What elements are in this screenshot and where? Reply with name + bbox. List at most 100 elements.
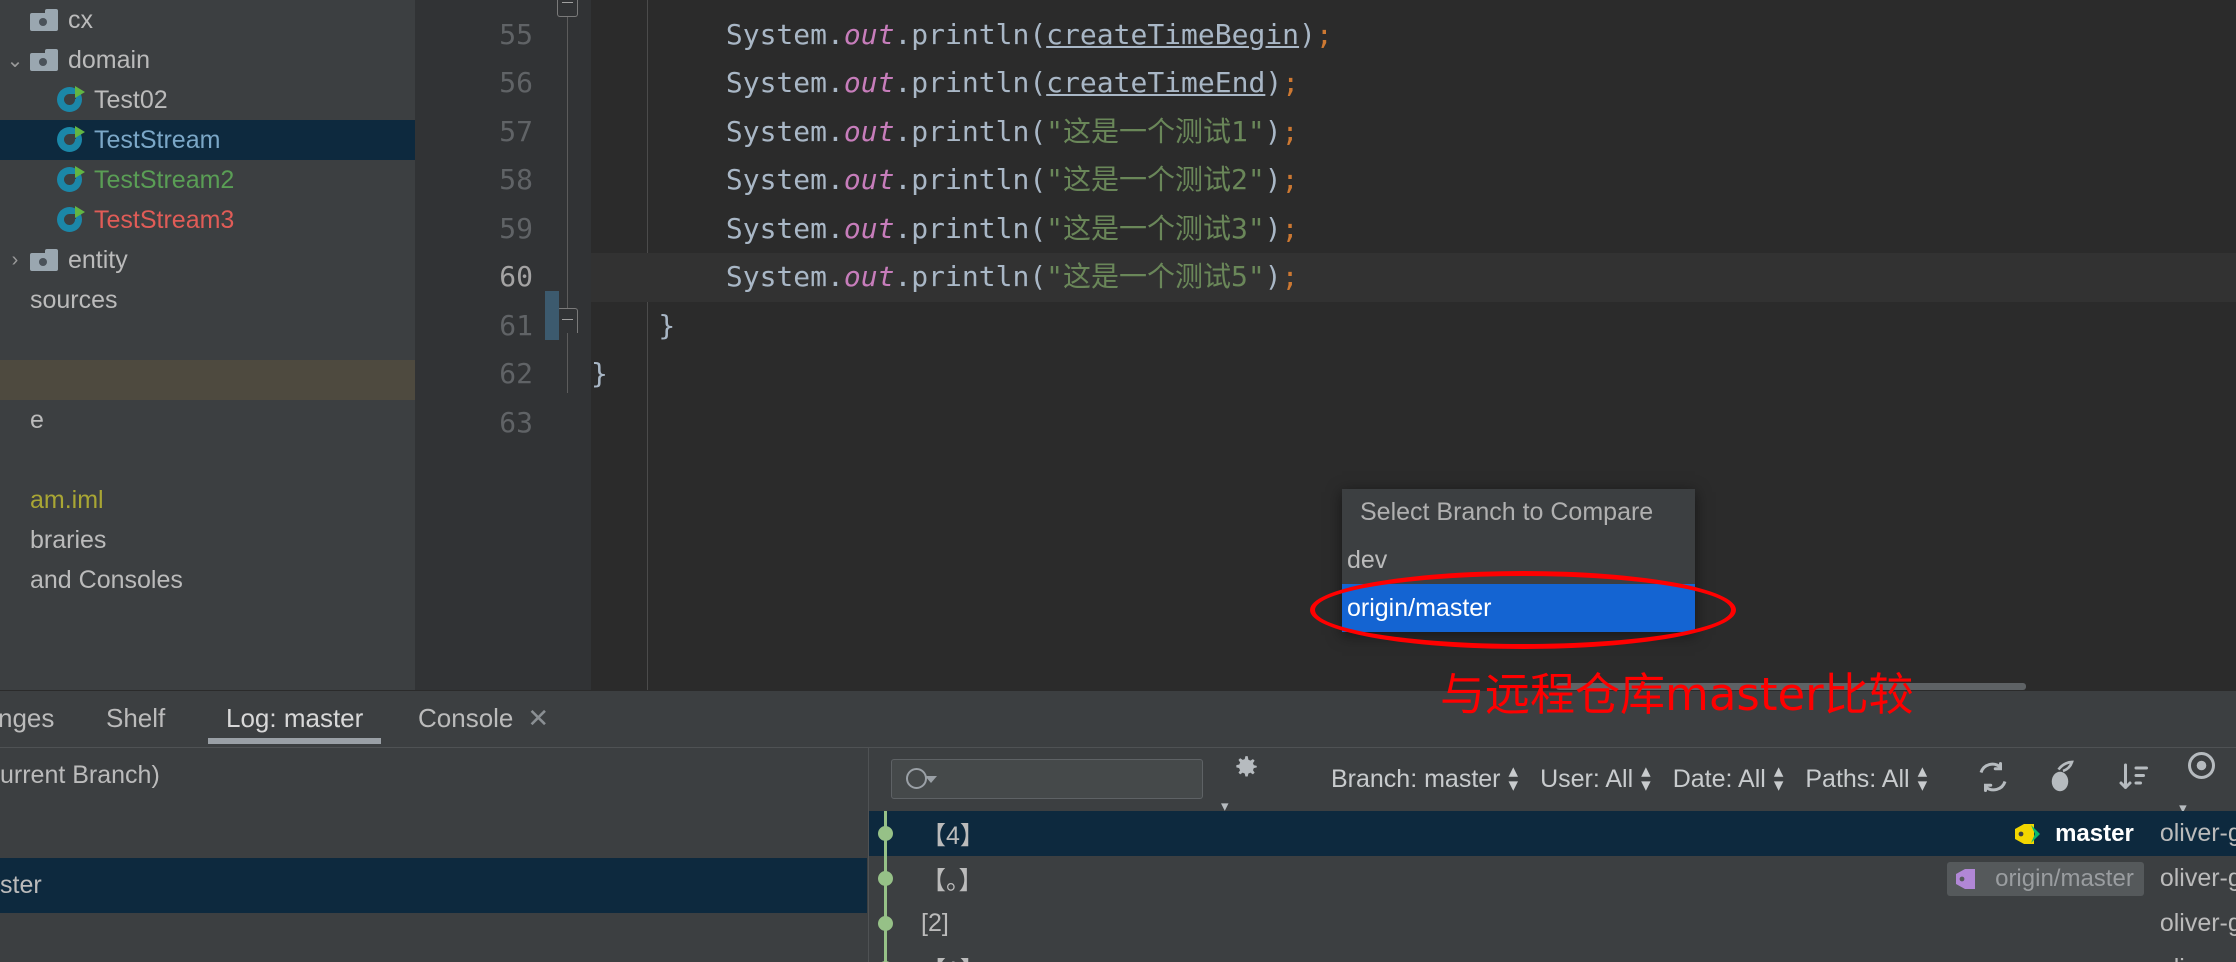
refresh-icon[interactable]	[1975, 759, 2011, 800]
code-token: out	[843, 163, 895, 196]
code-token[interactable]: createTimeBegin	[1046, 18, 1299, 51]
search-field[interactable]	[938, 764, 1202, 794]
code-line[interactable]: }	[591, 302, 2236, 351]
folder-icon	[30, 9, 58, 31]
fold-marker-open-icon[interactable]	[557, 0, 578, 17]
filter-branch[interactable]: Branch: master ▴ ▾	[1331, 762, 1519, 796]
chevron-updown-icon[interactable]: ▴ ▾	[1509, 762, 1519, 796]
code-token: System.	[591, 163, 844, 196]
code-token: ;	[1281, 260, 1299, 293]
filter-paths[interactable]: Paths: All ▴ ▾	[1805, 762, 1928, 796]
tab-console[interactable]: Console ✕	[400, 691, 567, 747]
tree-item-e[interactable]: e	[0, 400, 415, 440]
code-token: "这是一个测试3"	[1046, 211, 1265, 245]
tree-item-entity[interactable]: › entity	[0, 240, 415, 280]
log-toolbar[interactable]: ▾ Branch: master ▴ ▾ User: All ▴ ▾ Date: All ▴ ▾…	[868, 747, 2236, 817]
branch-ref-name: master	[2055, 819, 2134, 847]
tree-item-label: am.iml	[30, 485, 104, 514]
tree-item-teststream[interactable]: TestStream	[0, 120, 415, 160]
branch-list-item[interactable]: urrent Branch)	[0, 748, 867, 803]
chevron-updown-icon[interactable]: ▴ ▾	[1641, 762, 1651, 796]
branch-list-panel[interactable]: urrent Branch) ster	[0, 748, 867, 962]
code-token: "这是一个测试2"	[1046, 163, 1265, 196]
commit-graph-node	[869, 811, 911, 856]
search-input[interactable]	[891, 759, 1203, 799]
code-token: .println(	[894, 163, 1047, 196]
code-line[interactable]: System.out.println("这是一个测试2");	[591, 156, 2236, 205]
folder-icon	[30, 49, 58, 71]
code-line[interactable]: System.out.println("这是一个测试1");	[591, 108, 2236, 157]
chevron-updown-icon[interactable]: ▴ ▾	[1774, 762, 1784, 796]
tab-label: Log: master	[226, 703, 364, 733]
code-editor[interactable]: } System.out.println(createTimeBegin); S…	[415, 0, 2236, 690]
commit-graph-node	[869, 901, 911, 946]
code-line[interactable]: }	[591, 350, 2236, 399]
tree-item-test02[interactable]: Test02	[0, 80, 415, 120]
commit-row[interactable]: 【。】 origin/master oliver-github	[869, 856, 2236, 901]
tree-item-label: TestStream2	[94, 165, 235, 194]
tree-item-sources[interactable]: sources	[0, 280, 415, 320]
branch-ref-label[interactable]: master	[2007, 817, 2144, 851]
code-token: .println(	[894, 260, 1047, 293]
java-class-icon	[56, 86, 85, 114]
tree-item-label: and Consoles	[30, 565, 183, 594]
line-number: 57	[499, 114, 533, 148]
commit-row[interactable]: 【4】 master oliver-github	[869, 811, 2236, 856]
branch-list-item[interactable]: ster	[0, 858, 867, 913]
code-token[interactable]: createTimeEnd	[1046, 66, 1265, 99]
code-folding-strip[interactable]	[545, 0, 592, 690]
tab-log-master[interactable]: Log: master	[208, 691, 382, 747]
tree-item-teststream3[interactable]: TestStream3	[0, 200, 415, 240]
commit-author: oliver-github	[2159, 909, 2236, 937]
tree-item-braries[interactable]: braries	[0, 520, 415, 560]
filter-user[interactable]: User: All ▴ ▾	[1540, 762, 1651, 796]
code-line[interactable]: }	[591, 0, 2236, 11]
tree-item-am-iml[interactable]: am.iml	[0, 480, 415, 520]
show-details-icon[interactable]: ▾	[2179, 749, 2221, 817]
tree-item-label: domain	[68, 45, 150, 74]
tree-item-label: TestStream3	[94, 205, 235, 234]
code-line[interactable]	[591, 399, 2236, 448]
search-icon	[904, 767, 938, 791]
select-branch-popup[interactable]: Select Branch to Compare dev origin/maste…	[1342, 489, 1695, 632]
code-line[interactable]: System.out.println("这是一个测试5");	[591, 253, 2236, 302]
git-log-table[interactable]: 【4】 master oliver-github 【。】 origin/master ol…	[868, 811, 2236, 962]
code-line[interactable]: System.out.println(createTimeBegin);	[591, 11, 2236, 60]
close-icon[interactable]: ✕	[527, 703, 549, 733]
annotation-text: 与远程仓库master比较	[1440, 668, 1914, 721]
line-number: 61	[499, 308, 533, 342]
branch-list-blank	[0, 803, 867, 858]
filter-date[interactable]: Date: All ▴ ▾	[1673, 762, 1784, 796]
branch-ref-label[interactable]: origin/master	[1947, 861, 2144, 896]
branch-option-dev[interactable]: dev	[1342, 536, 1695, 584]
code-token: out	[843, 17, 895, 51]
chevron-down-icon[interactable]: ⌄	[0, 48, 30, 73]
code-line[interactable]: System.out.println("这是一个测试3");	[591, 205, 2236, 254]
code-token: )	[1265, 66, 1283, 99]
chevron-right-icon[interactable]: ›	[0, 249, 30, 272]
commit-author: oliver-github	[2160, 954, 2236, 962]
project-tree-panel[interactable]: cx ⌄ domain Test02 TestStream TestStream2 Test…	[0, 0, 415, 690]
fold-marker-close-icon[interactable]	[557, 308, 578, 333]
commit-row[interactable]: 【1】 oliver-github	[869, 946, 2236, 962]
tab-nges[interactable]: nges	[0, 691, 72, 747]
sort-icon[interactable]	[2115, 759, 2151, 800]
branch-option-origin-master[interactable]: origin/master	[1342, 584, 1695, 632]
tab-shelf[interactable]: Shelf	[88, 691, 183, 747]
ide-window: cx ⌄ domain Test02 TestStream TestStream2 Test…	[0, 0, 2236, 962]
code-line[interactable]: System.out.println(createTimeEnd);	[591, 59, 2236, 108]
filter-label: Paths: All	[1805, 764, 1910, 793]
tree-item-teststream2[interactable]: TestStream2	[0, 160, 415, 200]
chevron-updown-icon[interactable]: ▴ ▾	[1918, 762, 1928, 796]
commit-row[interactable]: [2] oliver-github	[869, 901, 2236, 946]
line-number: 62	[499, 357, 533, 390]
tree-item-domain[interactable]: ⌄ domain	[0, 40, 415, 80]
line-number: 58	[499, 163, 533, 196]
tree-item-cx[interactable]: cx	[0, 0, 415, 40]
cherry-pick-icon[interactable]	[2045, 759, 2081, 800]
commit-graph-node	[869, 946, 911, 962]
code-token: System.	[591, 66, 844, 99]
tree-item-and-consoles[interactable]: and Consoles	[0, 560, 415, 600]
gear-icon[interactable]: ▾	[1221, 750, 1261, 815]
tab-label: Shelf	[106, 703, 166, 733]
